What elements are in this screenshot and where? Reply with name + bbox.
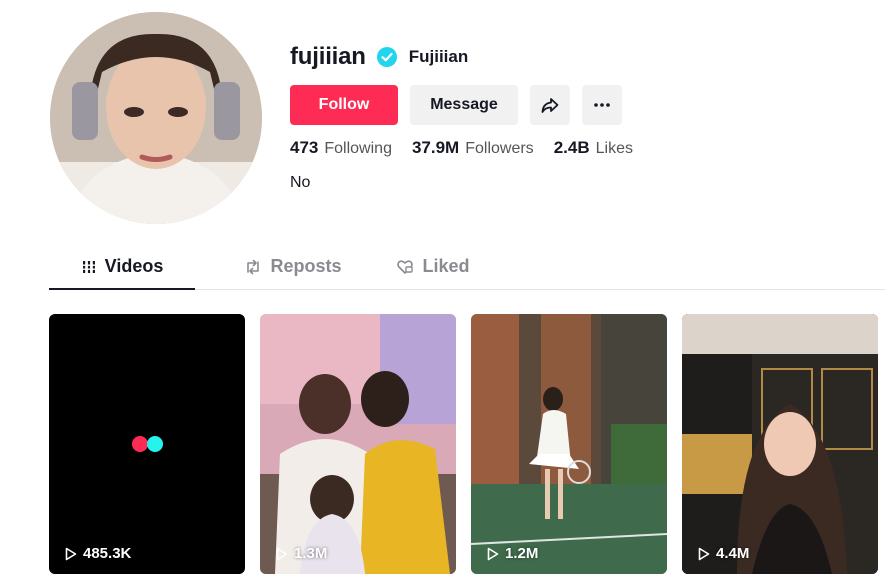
liked-heart-icon (397, 259, 414, 274)
profile-tabs: Videos Reposts Liked (49, 244, 885, 290)
share-icon (541, 98, 559, 113)
profile-avatar[interactable] (50, 12, 262, 224)
view-count-text: 1.3M (294, 545, 328, 562)
stat-label: Following (324, 140, 392, 157)
view-count: 1.3M (276, 545, 327, 562)
tab-label: Videos (104, 256, 164, 276)
view-count-text: 4.4M (716, 545, 750, 562)
video-thumbnail (49, 314, 245, 574)
stat-label: Followers (465, 140, 534, 157)
share-button[interactable] (530, 85, 570, 125)
play-icon (487, 547, 499, 560)
stat-followers[interactable]: 37.9M Followers (412, 138, 534, 158)
video-card[interactable]: 1.3M (260, 314, 456, 574)
follow-button[interactable]: Follow (290, 85, 398, 125)
tab-liked[interactable]: Liked (373, 244, 493, 289)
tab-label: Liked (422, 256, 470, 276)
stat-value: 473 (290, 138, 319, 157)
tab-videos[interactable]: Videos (49, 244, 195, 290)
view-count-text: 1.2M (505, 545, 539, 562)
repost-icon (247, 259, 260, 274)
more-options-button[interactable] (582, 85, 622, 125)
stat-label: Likes (595, 140, 633, 157)
view-count: 1.2M (487, 545, 538, 562)
play-icon (65, 547, 77, 560)
video-card[interactable]: 4.4M (682, 314, 878, 574)
more-dots-icon (594, 103, 610, 107)
profile-info: fujiiian Fujiiian Follow Message 473 Fol… (290, 40, 653, 192)
name-row: fujiiian Fujiiian (290, 40, 653, 74)
play-icon (276, 547, 288, 560)
tab-label: Reposts (270, 256, 342, 276)
video-card[interactable]: 1.2M (471, 314, 667, 574)
view-count-text: 485.3K (83, 545, 132, 562)
tab-reposts[interactable]: Reposts (213, 244, 373, 289)
video-thumbnail (260, 314, 456, 574)
video-grid: 485.3K 1.3M 1.2M 4.4M (49, 314, 878, 574)
video-thumbnail (471, 314, 667, 574)
verified-badge-icon (376, 47, 397, 67)
username: fujiiian (290, 43, 366, 70)
action-buttons: Follow Message (290, 85, 653, 125)
bio-text: No (290, 174, 311, 191)
video-thumbnail (682, 314, 878, 574)
view-count: 4.4M (698, 545, 749, 562)
view-count: 485.3K (65, 545, 131, 562)
stat-following[interactable]: 473 Following (290, 138, 392, 158)
nickname: Fujiiian (408, 47, 469, 66)
profile-stats: 473 Following 37.9M Followers 2.4B Likes (290, 138, 653, 158)
play-icon (698, 547, 710, 560)
stat-value: 37.9M (411, 138, 460, 157)
stat-likes: 2.4B Likes (554, 138, 633, 158)
video-card[interactable]: 485.3K (49, 314, 245, 574)
stat-value: 2.4B (553, 138, 590, 157)
message-button[interactable]: Message (410, 85, 518, 125)
grid-icon (81, 260, 96, 273)
